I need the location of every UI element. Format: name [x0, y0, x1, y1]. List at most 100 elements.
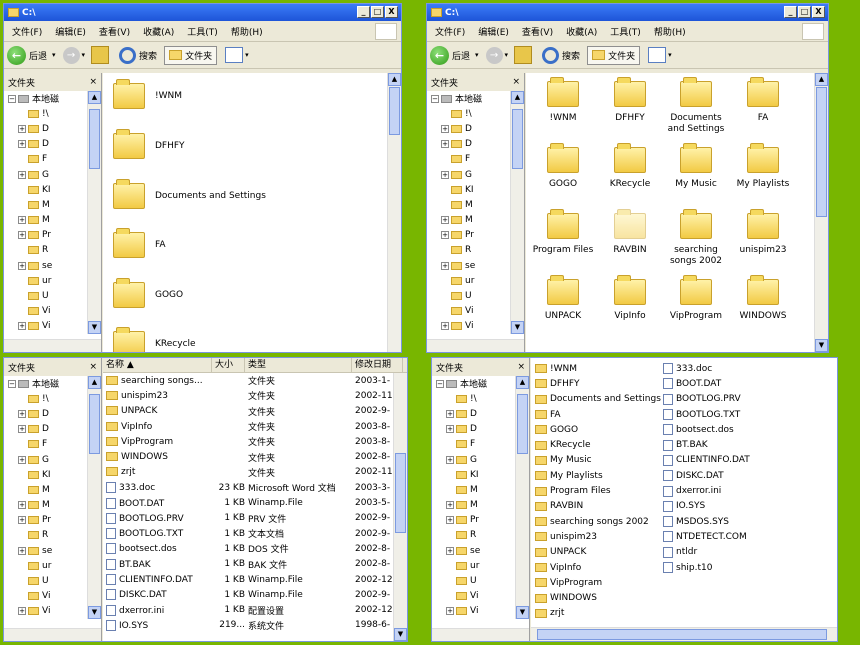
icon-item[interactable]: VipInfo: [595, 275, 665, 322]
views-icon[interactable]: [648, 47, 667, 63]
list-item[interactable]: ntldr: [663, 545, 793, 560]
icon-item[interactable]: DFHFY: [595, 77, 665, 124]
close-pane-button[interactable]: ×: [89, 362, 97, 372]
title-bar[interactable]: C:\ _ □ X: [4, 4, 401, 21]
views-dropdown-icon[interactable]: ▾: [245, 51, 249, 59]
menu-edit[interactable]: 编辑(E): [55, 25, 86, 38]
table-row[interactable]: BOOTLOG.PRV 1 KB PRV 文件 2002-9-: [103, 511, 407, 526]
icon-item[interactable]: RAVBIN: [595, 209, 665, 256]
tile-item[interactable]: !WNM: [113, 79, 182, 109]
icon-item[interactable]: My Music: [661, 143, 731, 190]
column-modified[interactable]: 修改日期: [352, 358, 403, 372]
menu-tools[interactable]: 工具(T): [187, 25, 218, 38]
folders-button[interactable]: 文件夹: [164, 45, 218, 65]
icon-item[interactable]: VipProgram: [661, 275, 731, 322]
search-button[interactable]: 搜索: [139, 49, 157, 62]
table-row[interactable]: BOOT.DAT 1 KB Winamp.File 2003-5-: [103, 495, 407, 510]
search-button[interactable]: 搜索: [562, 49, 580, 62]
minimize-button[interactable]: _: [357, 6, 370, 18]
content-scrollbar[interactable]: ▲: [387, 73, 401, 352]
menu-file[interactable]: 文件(F): [435, 25, 465, 38]
icon-item[interactable]: UNPACK: [528, 275, 598, 322]
column-size[interactable]: 大小: [212, 358, 245, 372]
list-item[interactable]: BOOTLOG.TXT: [663, 407, 793, 422]
icon-item[interactable]: Program Files: [528, 209, 598, 256]
maximize-button[interactable]: □: [798, 6, 811, 18]
list-item[interactable]: VipProgram: [535, 575, 661, 590]
back-button[interactable]: 后退: [29, 49, 47, 62]
list-item[interactable]: WINDOWS: [535, 590, 661, 605]
table-row[interactable]: IO.SYS 219... 系统文件 1998-6-: [103, 618, 407, 633]
list-item[interactable]: BOOTLOG.PRV: [663, 392, 793, 407]
icon-item[interactable]: My Playlists: [728, 143, 798, 190]
list-item[interactable]: IO.SYS: [663, 499, 793, 514]
title-bar[interactable]: C:\ _ □ X: [427, 4, 828, 21]
table-row[interactable]: VipProgram 文件夹 2003-8-: [103, 434, 407, 449]
forward-button[interactable]: →: [485, 46, 503, 64]
back-dropdown-icon[interactable]: ▾: [475, 51, 479, 59]
views-icon[interactable]: [225, 47, 244, 63]
tile-item[interactable]: FA: [113, 228, 166, 258]
tree-hscrollbar[interactable]: [4, 339, 101, 352]
list-item[interactable]: NTDETECT.COM: [663, 529, 793, 544]
list-item[interactable]: My Playlists: [535, 468, 661, 483]
menu-help[interactable]: 帮助(H): [654, 25, 686, 38]
table-row[interactable]: WINDOWS 文件夹 2002-8-: [103, 449, 407, 464]
list-item[interactable]: KRecycle: [535, 437, 661, 452]
content-hscrollbar[interactable]: [531, 627, 837, 641]
close-pane-button[interactable]: ×: [512, 77, 520, 87]
list-item[interactable]: DISKC.DAT: [663, 468, 793, 483]
up-folder-icon[interactable]: [514, 46, 533, 64]
list-item[interactable]: RAVBIN: [535, 499, 661, 514]
list-item[interactable]: dxerror.ini: [663, 483, 793, 498]
list-item[interactable]: GOGO: [535, 422, 661, 437]
list-item[interactable]: BOOT.DAT: [663, 376, 793, 391]
list-item[interactable]: Program Files: [535, 483, 661, 498]
table-row[interactable]: searching songs... 文件夹 2003-1-: [103, 373, 407, 388]
tree-scrollbar[interactable]: ▲ ▼: [515, 376, 529, 619]
close-button[interactable]: X: [812, 6, 825, 18]
menu-view[interactable]: 查看(V): [99, 25, 130, 38]
menu-favorites[interactable]: 收藏(A): [566, 25, 597, 38]
tree-scrollbar[interactable]: ▲ ▼: [510, 91, 524, 334]
menu-help[interactable]: 帮助(H): [231, 25, 263, 38]
list-item[interactable]: FA: [535, 407, 661, 422]
menu-tools[interactable]: 工具(T): [610, 25, 641, 38]
tree-scrollbar[interactable]: ▲ ▼: [87, 376, 101, 619]
list-item[interactable]: searching songs 2002: [535, 514, 661, 529]
table-row[interactable]: UNPACK 文件夹 2002-9-: [103, 404, 407, 419]
table-row[interactable]: unispim23 文件夹 2002-11: [103, 388, 407, 403]
forward-button[interactable]: →: [62, 46, 80, 64]
close-pane-button[interactable]: ×: [517, 362, 525, 372]
back-arrow-icon[interactable]: ←: [7, 45, 26, 65]
icon-item[interactable]: Documents and Settings: [661, 77, 731, 135]
icon-item[interactable]: !WNM: [528, 77, 598, 124]
tile-item[interactable]: Documents and Settings: [113, 179, 266, 209]
column-name[interactable]: 名称 ▲: [103, 358, 212, 372]
table-row[interactable]: bootsect.dos 1 KB DOS 文件 2002-8-: [103, 541, 407, 556]
tree-hscrollbar[interactable]: [432, 628, 529, 641]
list-item[interactable]: BT.BAK: [663, 437, 793, 452]
table-row[interactable]: BT.BAK 1 KB BAK 文件 2002-8-: [103, 557, 407, 572]
menu-favorites[interactable]: 收藏(A): [143, 25, 174, 38]
forward-dropdown-icon[interactable]: ▾: [505, 51, 509, 59]
icon-item[interactable]: GOGO: [528, 143, 598, 190]
folders-button[interactable]: 文件夹: [587, 45, 641, 65]
table-row[interactable]: dxerror.ini 1 KB 配置设置 2002-12: [103, 602, 407, 617]
list-item[interactable]: UNPACK: [535, 545, 661, 560]
icon-item[interactable]: searching songs 2002: [661, 209, 731, 267]
icon-item[interactable]: unispim23: [728, 209, 798, 256]
icon-item[interactable]: WINDOWS: [728, 275, 798, 322]
icon-item[interactable]: FA: [728, 77, 798, 124]
table-row[interactable]: CLIENTINFO.DAT 1 KB Winamp.File 2002-12: [103, 572, 407, 587]
list-item[interactable]: Documents and Settings: [535, 392, 661, 407]
table-row[interactable]: 333.doc 23 KB Microsoft Word 文档 2003-3-: [103, 480, 407, 495]
list-item[interactable]: !WNM: [535, 361, 661, 376]
list-item[interactable]: VipInfo: [535, 560, 661, 575]
tree-hscrollbar[interactable]: [427, 339, 524, 352]
search-icon[interactable]: [542, 46, 560, 64]
search-icon[interactable]: [119, 46, 137, 64]
tile-item[interactable]: DFHFY: [113, 129, 185, 159]
minimize-button[interactable]: _: [784, 6, 797, 18]
table-row[interactable]: zrjt 文件夹 2002-11: [103, 465, 407, 480]
